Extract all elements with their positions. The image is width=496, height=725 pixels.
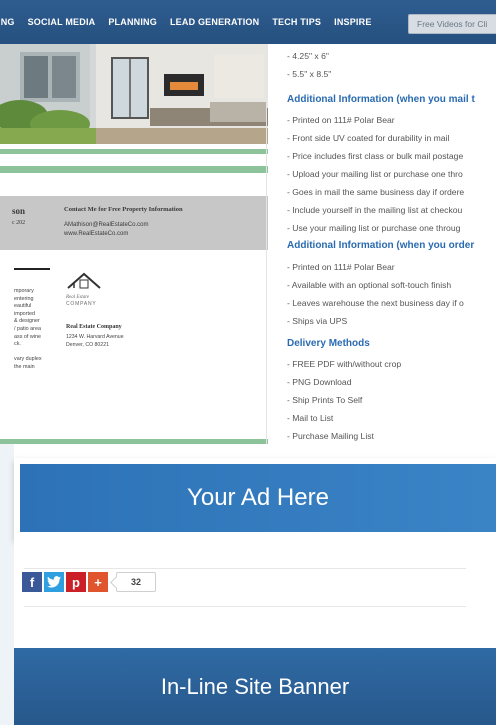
property-photo xyxy=(0,44,268,144)
facebook-share-button[interactable]: f xyxy=(22,572,42,592)
delivery-method-item: - FREE PDF with/without crop xyxy=(287,359,402,369)
size-option: - 5.5" x 8.5" xyxy=(287,69,332,79)
share-buttons: f p + 32 xyxy=(22,572,156,592)
social-share-area xyxy=(14,540,496,650)
inline-site-banner[interactable]: In-Line Site Banner xyxy=(14,648,496,725)
mail-info-item: - Price includes first class or bulk mai… xyxy=(287,151,464,161)
delivery-method-item: - Ship Prints To Self xyxy=(287,395,363,405)
preview-body-line: imported xyxy=(14,310,35,317)
property-photo-illustration xyxy=(0,44,268,144)
preview-body-line: vary duplex xyxy=(14,356,42,363)
mail-info-item: - Include yourself in the mailing list a… xyxy=(287,205,463,215)
twitter-icon xyxy=(47,576,61,588)
plus-icon: + xyxy=(94,574,102,590)
share-count: 32 xyxy=(116,572,156,592)
preview-body-line: entering xyxy=(14,295,34,302)
delivery-method-item: - Purchase Mailing List xyxy=(287,431,374,441)
agent-name: son xyxy=(12,206,26,216)
divider xyxy=(24,606,466,607)
contact-title: Contact Me for Free Property Information xyxy=(64,206,183,213)
preview-body-line: mporary xyxy=(14,288,34,294)
house-logo-icon: Real Estate COMPANY xyxy=(65,272,101,307)
mail-info-item: - Upload your mailing list or purchase o… xyxy=(287,169,463,179)
nav-item-marketing[interactable]: ING xyxy=(0,17,15,27)
preview-bottom-stripe xyxy=(0,439,268,444)
company-address-line: 1234 W. Harvard Avenue xyxy=(66,334,124,340)
nav-item-planning[interactable]: PLANNING xyxy=(108,17,157,27)
heading-mail-info: Additional Information (when you mail t xyxy=(287,94,475,105)
mail-info-item: - Goes in mail the same business day if … xyxy=(287,187,465,197)
preview-body-line xyxy=(14,349,54,357)
company-logo: Real Estate COMPANY xyxy=(64,266,104,321)
company-name: Real Estate Company xyxy=(66,324,122,330)
preview-accent-stripe xyxy=(0,166,268,173)
pinterest-share-button[interactable]: p xyxy=(66,572,86,592)
preview-body-line: eautiful xyxy=(14,303,32,310)
preview-rule xyxy=(14,268,50,270)
order-info-item: - Printed on 111# Polar Bear xyxy=(287,262,395,272)
top-navigation-bar: ING SOCIAL MEDIA PLANNING LEAD GENERATIO… xyxy=(0,0,496,44)
twitter-share-button[interactable] xyxy=(44,572,64,592)
preview-accent-stripe xyxy=(0,149,268,154)
product-preview-image: son c 202 Contact Me for Free Property I… xyxy=(0,44,268,444)
mail-info-item: - Front side UV coated for durability in… xyxy=(287,133,450,143)
more-share-button[interactable]: + xyxy=(88,572,108,592)
delivery-method-item: - PNG Download xyxy=(287,377,352,387)
preview-body-line: the main xyxy=(14,363,35,370)
svg-text:COMPANY: COMPANY xyxy=(66,301,97,307)
heading-order-info: Additional Information (when you order xyxy=(287,240,475,251)
left-gutter xyxy=(0,444,14,725)
preview-body-line: ass of wine xyxy=(14,333,41,340)
company-address-line: Denver, CO 80221 xyxy=(66,342,109,348)
facebook-icon: f xyxy=(29,574,35,590)
nav-item-tech-tips[interactable]: TECH TIPS xyxy=(272,17,321,27)
contact-email: AMathison@RealEstateCo.com xyxy=(64,222,149,228)
pinterest-icon: p xyxy=(72,574,80,590)
preview-border xyxy=(266,44,267,444)
nav-item-inspire[interactable]: INSPIRE xyxy=(334,17,371,27)
svg-text:Real Estate: Real Estate xyxy=(65,295,90,300)
order-info-item: - Ships via UPS xyxy=(287,316,348,326)
preview-body-line: / patio area xyxy=(14,325,41,332)
order-info-item: - Available with an optional soft-touch … xyxy=(287,280,452,290)
contact-website: www.RealEstateCo.com xyxy=(64,231,129,237)
nav-item-lead-generation[interactable]: LEAD GENERATION xyxy=(170,17,259,27)
agent-contact-bar: son c 202 Contact Me for Free Property I… xyxy=(0,196,268,250)
agent-suite: c 202 xyxy=(12,220,26,226)
nav-item-social-media[interactable]: SOCIAL MEDIA xyxy=(28,17,96,27)
size-option: - 4.25" x 6" xyxy=(287,51,329,61)
preview-body-text: mporary entering eautiful imported & des… xyxy=(14,288,54,372)
order-info-item: - Leaves warehouse the next business day… xyxy=(287,298,464,308)
mail-info-item: - Use your mailing list or purchase one … xyxy=(287,223,461,233)
heading-delivery-methods: Delivery Methods xyxy=(287,338,370,349)
divider xyxy=(24,568,466,569)
inline-site-banner-text: In-Line Site Banner xyxy=(160,673,350,699)
ad-banner[interactable]: Your Ad Here xyxy=(20,464,496,532)
delivery-method-item: - Mail to List xyxy=(287,413,334,423)
ad-banner-text: Your Ad Here xyxy=(187,484,329,511)
product-details: - 4.25" x 6" - 5.5" x 8.5" Additional In… xyxy=(287,44,496,454)
preview-body-line: & designer xyxy=(14,318,40,325)
mail-info-item: - Printed on 111# Polar Bear xyxy=(287,115,395,125)
free-videos-button[interactable]: Free Videos for Cli xyxy=(408,14,496,34)
preview-body-line: ck. xyxy=(14,341,21,348)
